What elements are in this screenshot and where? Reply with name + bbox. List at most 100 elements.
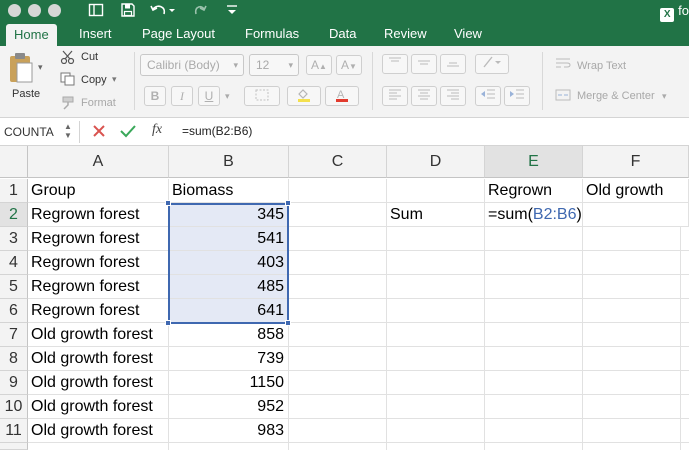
row-header-7[interactable]: 7 bbox=[0, 323, 28, 347]
row-header-9[interactable]: 9 bbox=[0, 371, 28, 395]
selection-handle-top-right[interactable] bbox=[285, 200, 291, 206]
row-header-2[interactable]: 2 bbox=[0, 203, 28, 227]
tab-home[interactable]: Home bbox=[6, 24, 57, 46]
cell-b2[interactable]: 345 bbox=[169, 203, 289, 227]
bold-button[interactable]: B bbox=[144, 86, 166, 106]
selection-handle-bottom-right[interactable] bbox=[285, 320, 291, 326]
selection-handle-top-left[interactable] bbox=[165, 200, 171, 206]
row-header-1[interactable]: 1 bbox=[0, 179, 28, 203]
tab-insert[interactable]: Insert bbox=[79, 22, 112, 46]
font-size-select[interactable]: 12 ▾ bbox=[249, 54, 299, 76]
row-header-12[interactable] bbox=[0, 443, 28, 450]
fill-color-button[interactable] bbox=[287, 86, 321, 106]
decrease-indent-button[interactable] bbox=[475, 86, 501, 106]
cell-e2-editing[interactable]: =sum(B2:B6) bbox=[485, 203, 583, 227]
increase-font-size-button[interactable]: A▲ bbox=[306, 55, 332, 75]
paste-button[interactable]: Paste bbox=[12, 88, 40, 100]
align-center-button[interactable] bbox=[411, 86, 437, 106]
cell-c2[interactable] bbox=[289, 203, 387, 227]
increase-indent-button[interactable] bbox=[504, 86, 530, 106]
sidebar-toggle-icon[interactable] bbox=[88, 2, 104, 22]
column-header-b[interactable]: B bbox=[169, 146, 289, 178]
borders-button[interactable] bbox=[244, 86, 280, 106]
cell-b6[interactable]: 641 bbox=[169, 299, 289, 323]
column-header-c[interactable]: C bbox=[289, 146, 387, 178]
cell-b9[interactable]: 1150 bbox=[169, 371, 289, 395]
copy-icon[interactable] bbox=[60, 72, 76, 91]
cell-a2[interactable]: Regrown forest bbox=[28, 203, 169, 227]
row-header-11[interactable]: 11 bbox=[0, 419, 28, 443]
close-window-button[interactable] bbox=[8, 4, 21, 17]
cell-a3[interactable]: Regrown forest bbox=[28, 227, 169, 251]
column-header-e[interactable]: E bbox=[485, 146, 583, 178]
cell-a4[interactable]: Regrown forest bbox=[28, 251, 169, 275]
cell-a12[interactable] bbox=[28, 443, 169, 450]
tab-view[interactable]: View bbox=[454, 22, 482, 46]
cell-b8[interactable]: 739 bbox=[169, 347, 289, 371]
copy-dropdown-icon[interactable]: ▾ bbox=[112, 74, 117, 85]
cell-b1[interactable]: Biomass bbox=[169, 179, 289, 203]
cell-d2[interactable]: Sum bbox=[387, 203, 485, 227]
maximize-window-button[interactable] bbox=[48, 4, 61, 17]
italic-button[interactable]: I bbox=[171, 86, 193, 106]
merge-center-icon[interactable] bbox=[555, 88, 571, 106]
row-header-5[interactable]: 5 bbox=[0, 275, 28, 299]
column-header-a[interactable]: A bbox=[28, 146, 169, 178]
copy-button[interactable]: Copy bbox=[81, 74, 107, 86]
cell-a10[interactable]: Old growth forest bbox=[28, 395, 169, 419]
row-header-6[interactable]: 6 bbox=[0, 299, 28, 323]
selection-handle-bottom-left[interactable] bbox=[165, 320, 171, 326]
cell-d1[interactable] bbox=[387, 179, 485, 203]
formula-input[interactable]: =sum(B2:B6) bbox=[182, 123, 252, 139]
row-header-4[interactable]: 4 bbox=[0, 251, 28, 275]
cell-a11[interactable]: Old growth forest bbox=[28, 419, 169, 443]
cell-a6[interactable]: Regrown forest bbox=[28, 299, 169, 323]
wrap-text-button[interactable]: Wrap Text bbox=[577, 60, 626, 72]
cell-b5[interactable]: 485 bbox=[169, 275, 289, 299]
redo-icon[interactable] bbox=[192, 2, 208, 22]
font-family-select[interactable]: Calibri (Body) ▾ bbox=[140, 54, 244, 76]
format-painter-button[interactable]: Format bbox=[81, 97, 116, 109]
paste-dropdown-icon[interactable]: ▾ bbox=[38, 62, 43, 73]
row-header-3[interactable]: 3 bbox=[0, 227, 28, 251]
insert-function-button[interactable]: fx bbox=[152, 122, 162, 138]
cell-e1[interactable]: Regrown bbox=[485, 179, 583, 203]
cell-b10[interactable]: 952 bbox=[169, 395, 289, 419]
font-color-button[interactable]: A bbox=[325, 86, 359, 106]
wrap-text-icon[interactable] bbox=[555, 56, 571, 74]
cell-b7[interactable]: 858 bbox=[169, 323, 289, 347]
save-icon[interactable] bbox=[120, 2, 136, 22]
row-header-10[interactable]: 10 bbox=[0, 395, 28, 419]
tab-review[interactable]: Review bbox=[384, 22, 427, 46]
cut-button[interactable]: Cut bbox=[81, 51, 98, 63]
align-bottom-button[interactable] bbox=[440, 54, 466, 74]
cell-b11[interactable]: 983 bbox=[169, 419, 289, 443]
align-middle-button[interactable] bbox=[411, 54, 437, 74]
cell-b12[interactable] bbox=[169, 443, 289, 450]
align-left-button[interactable] bbox=[382, 86, 408, 106]
cell-b3[interactable]: 541 bbox=[169, 227, 289, 251]
cell-f1[interactable]: Old growth bbox=[583, 179, 689, 203]
empty-cells-region[interactable] bbox=[289, 227, 689, 450]
cell-a1[interactable]: Group bbox=[28, 179, 169, 203]
orientation-button[interactable] bbox=[475, 54, 509, 74]
cell-f2[interactable] bbox=[583, 203, 689, 227]
merge-center-dropdown-icon[interactable]: ▾ bbox=[662, 91, 667, 102]
format-painter-icon[interactable] bbox=[60, 96, 76, 115]
cell-a8[interactable]: Old growth forest bbox=[28, 347, 169, 371]
paste-icon[interactable] bbox=[8, 52, 34, 89]
underline-button[interactable]: U bbox=[198, 86, 220, 106]
cancel-formula-icon[interactable] bbox=[92, 124, 106, 143]
cell-c1[interactable] bbox=[289, 179, 387, 203]
column-header-d[interactable]: D bbox=[387, 146, 485, 178]
merge-center-button[interactable]: Merge & Center bbox=[577, 90, 655, 102]
scissors-icon[interactable] bbox=[60, 50, 76, 69]
customize-toolbar-icon[interactable] bbox=[226, 2, 238, 22]
align-top-button[interactable] bbox=[382, 54, 408, 74]
undo-icon[interactable] bbox=[150, 2, 176, 22]
cell-a5[interactable]: Regrown forest bbox=[28, 275, 169, 299]
minimize-window-button[interactable] bbox=[28, 4, 41, 17]
column-header-f[interactable]: F bbox=[583, 146, 689, 178]
decrease-font-size-button[interactable]: A▼ bbox=[336, 55, 362, 75]
cell-a7[interactable]: Old growth forest bbox=[28, 323, 169, 347]
